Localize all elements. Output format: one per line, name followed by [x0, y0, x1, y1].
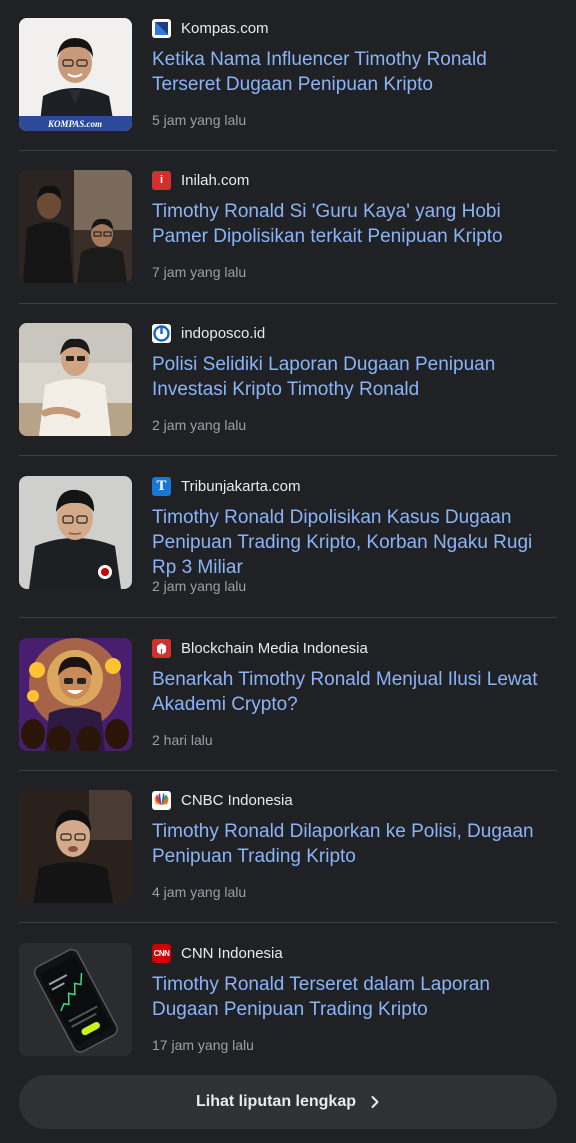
article-thumbnail[interactable]: KOMPAS.com: [19, 18, 132, 131]
article-headline-link[interactable]: Timothy Ronald Dipolisikan Kasus Dugaan …: [152, 505, 557, 580]
article-thumbnail[interactable]: [19, 638, 132, 751]
thumbnail-image: KOMPAS.com: [19, 18, 132, 131]
source-name: indoposco.id: [181, 324, 266, 342]
inilah-logo-icon: i: [152, 170, 171, 190]
source-name: Blockchain Media Indonesia: [181, 639, 368, 657]
thumbnail-image: [19, 790, 132, 903]
article-thumbnail[interactable]: [19, 170, 132, 283]
article-headline-link[interactable]: Timothy Ronald Terseret dalam Laporan Du…: [152, 972, 557, 1022]
source-name: Tribunjakarta.com: [181, 477, 301, 495]
article-headline-link[interactable]: Ketika Nama Influencer Timothy Ronald Te…: [152, 47, 557, 97]
thumbnail-image: [19, 476, 132, 589]
article-card[interactable]: CNBC Indonesia Timothy Ronald Dilaporkan…: [19, 790, 557, 903]
article-timestamp: 4 jam yang lalu: [152, 884, 247, 900]
article-timestamp: 17 jam yang lalu: [152, 1037, 254, 1053]
article-timestamp: 7 jam yang lalu: [152, 264, 247, 280]
article-headline-link[interactable]: Timothy Ronald Si 'Guru Kaya' yang Hobi …: [152, 199, 557, 249]
source-row: CNBC Indonesia: [152, 790, 557, 810]
article-timestamp: 5 jam yang lalu: [152, 112, 247, 128]
article-headline-link[interactable]: Benarkah Timothy Ronald Menjual Ilusi Le…: [152, 667, 557, 717]
full-coverage-button[interactable]: Lihat liputan lengkap: [19, 1075, 557, 1129]
article-thumbnail[interactable]: [19, 323, 132, 436]
tribun-logo-icon: T: [152, 476, 171, 496]
source-row: Blockchain Media Indonesia: [152, 638, 557, 658]
cnn-logo-icon: CNN: [152, 943, 171, 963]
article-timestamp: 2 hari lalu: [152, 732, 213, 748]
article-timestamp: 2 jam yang lalu: [152, 578, 247, 594]
thumbnail-image: [19, 638, 132, 751]
divider: [19, 455, 557, 456]
source-row: CNN CNN Indonesia: [152, 943, 557, 963]
kompas-logo-icon: [152, 18, 171, 38]
source-name: CNN Indonesia: [181, 944, 283, 962]
article-thumbnail[interactable]: [19, 790, 132, 903]
thumbnail-image: [19, 323, 132, 436]
article-headline-link[interactable]: Polisi Selidiki Laporan Dugaan Penipuan …: [152, 352, 557, 402]
full-coverage-label: Lihat liputan lengkap: [195, 1093, 356, 1110]
divider: [19, 303, 557, 304]
indoposco-logo-icon: [152, 323, 171, 343]
divider: [19, 150, 557, 151]
divider: [19, 922, 557, 923]
thumbnail-watermark: KOMPAS.com: [47, 119, 102, 129]
article-card[interactable]: indoposco.id Polisi Selidiki Laporan Dug…: [19, 323, 557, 436]
article-card[interactable]: Blockchain Media Indonesia Benarkah Timo…: [19, 638, 557, 751]
source-row: T Tribunjakarta.com: [152, 476, 557, 496]
article-timestamp: 2 jam yang lalu: [152, 417, 247, 433]
divider: [19, 617, 557, 618]
chevron-right-icon: [371, 1096, 379, 1108]
divider: [19, 770, 557, 771]
source-row: i Inilah.com: [152, 170, 557, 190]
article-card[interactable]: i Inilah.com Timothy Ronald Si 'Guru Kay…: [19, 170, 557, 283]
source-name: Kompas.com: [181, 19, 269, 37]
thumbnail-image: [19, 170, 132, 283]
source-name: CNBC Indonesia: [181, 791, 293, 809]
source-name: Inilah.com: [181, 171, 250, 189]
article-card[interactable]: KOMPAS.com Kompas.com Ketika Nama Influe…: [19, 18, 557, 131]
article-card[interactable]: T Tribunjakarta.com Timothy Ronald Dipol…: [19, 476, 557, 594]
article-thumbnail[interactable]: [19, 943, 132, 1056]
article-headline-link[interactable]: Timothy Ronald Dilaporkan ke Polisi, Dug…: [152, 819, 557, 869]
article-thumbnail[interactable]: [19, 476, 132, 589]
article-card[interactable]: CNN CNN Indonesia Timothy Ronald Tersere…: [19, 943, 557, 1056]
source-row: indoposco.id: [152, 323, 557, 343]
thumbnail-image: [19, 943, 132, 1056]
cnbc-peacock-icon: [152, 790, 171, 810]
source-row: Kompas.com: [152, 18, 557, 38]
blockchain-media-logo-icon: [152, 638, 171, 658]
